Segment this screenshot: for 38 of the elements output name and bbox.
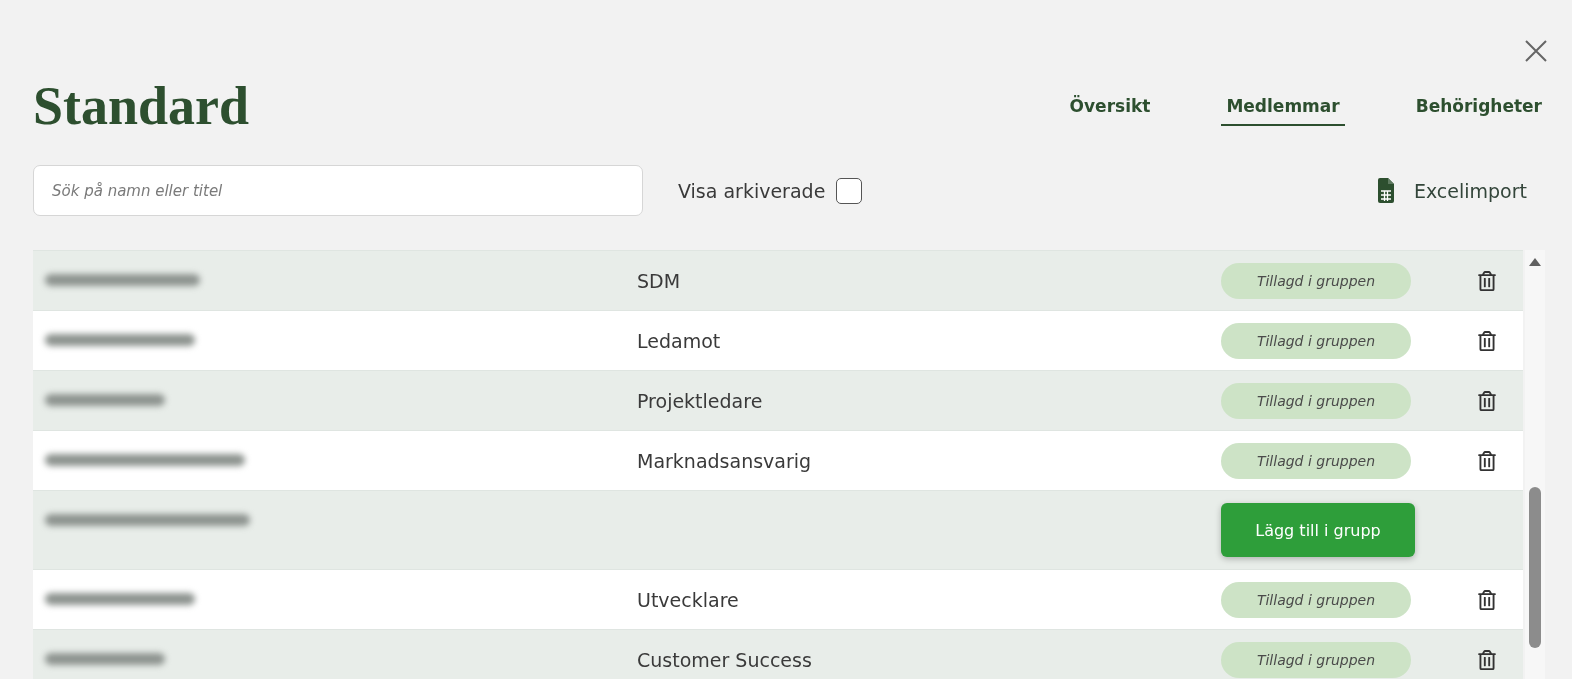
trash-icon [1477,270,1497,291]
status-badge: Tillagd i gruppen [1221,382,1411,419]
member-title: SDM [637,268,682,293]
delete-button[interactable] [1477,589,1497,610]
status-badge: Tillagd i gruppen [1221,322,1411,359]
search-field[interactable]: Sök på namn eller titel [33,165,643,216]
show-archived-checkbox[interactable] [836,177,863,204]
trash-icon [1477,390,1497,411]
member-title: Customer Success [637,647,813,672]
status-badge: Tillagd i gruppen [1221,262,1411,299]
tab[interactable]: Medlemmar [1221,94,1345,126]
show-archived-label: Visa arkiverade [678,179,826,202]
scrollbar-thumb[interactable] [1529,487,1541,648]
delete-button[interactable] [1477,649,1497,670]
trash-icon [1477,649,1497,670]
delete-button[interactable] [1477,330,1497,351]
delete-button[interactable] [1477,450,1497,471]
status-badge: Tillagd i gruppen [1221,442,1411,479]
trash-icon [1477,589,1497,610]
status-badge: Tillagd i gruppen [1221,641,1411,678]
trash-icon [1477,450,1497,471]
page-title: Standard [33,79,250,133]
excel-import-button[interactable]: Excelimport [1377,178,1527,203]
close-icon [1525,40,1547,62]
spreadsheet-file-icon [1377,178,1394,203]
status-badge: Tillagd i gruppen [1221,581,1411,618]
close-button[interactable] [1525,40,1547,62]
trash-icon [1477,330,1497,351]
member-title: Projektledare [637,388,764,413]
member-title: Marknadsansvarig [637,448,813,473]
tab[interactable]: Översikt [1064,94,1156,126]
member-title: Utvecklare [637,587,740,612]
member-title: Ledamot [637,328,722,353]
scroll-up-arrow-icon[interactable] [1529,258,1541,266]
scrollbar[interactable] [1525,250,1545,679]
delete-button[interactable] [1477,270,1497,291]
tab[interactable]: Behörigheter [1410,94,1547,126]
delete-button[interactable] [1477,390,1497,411]
